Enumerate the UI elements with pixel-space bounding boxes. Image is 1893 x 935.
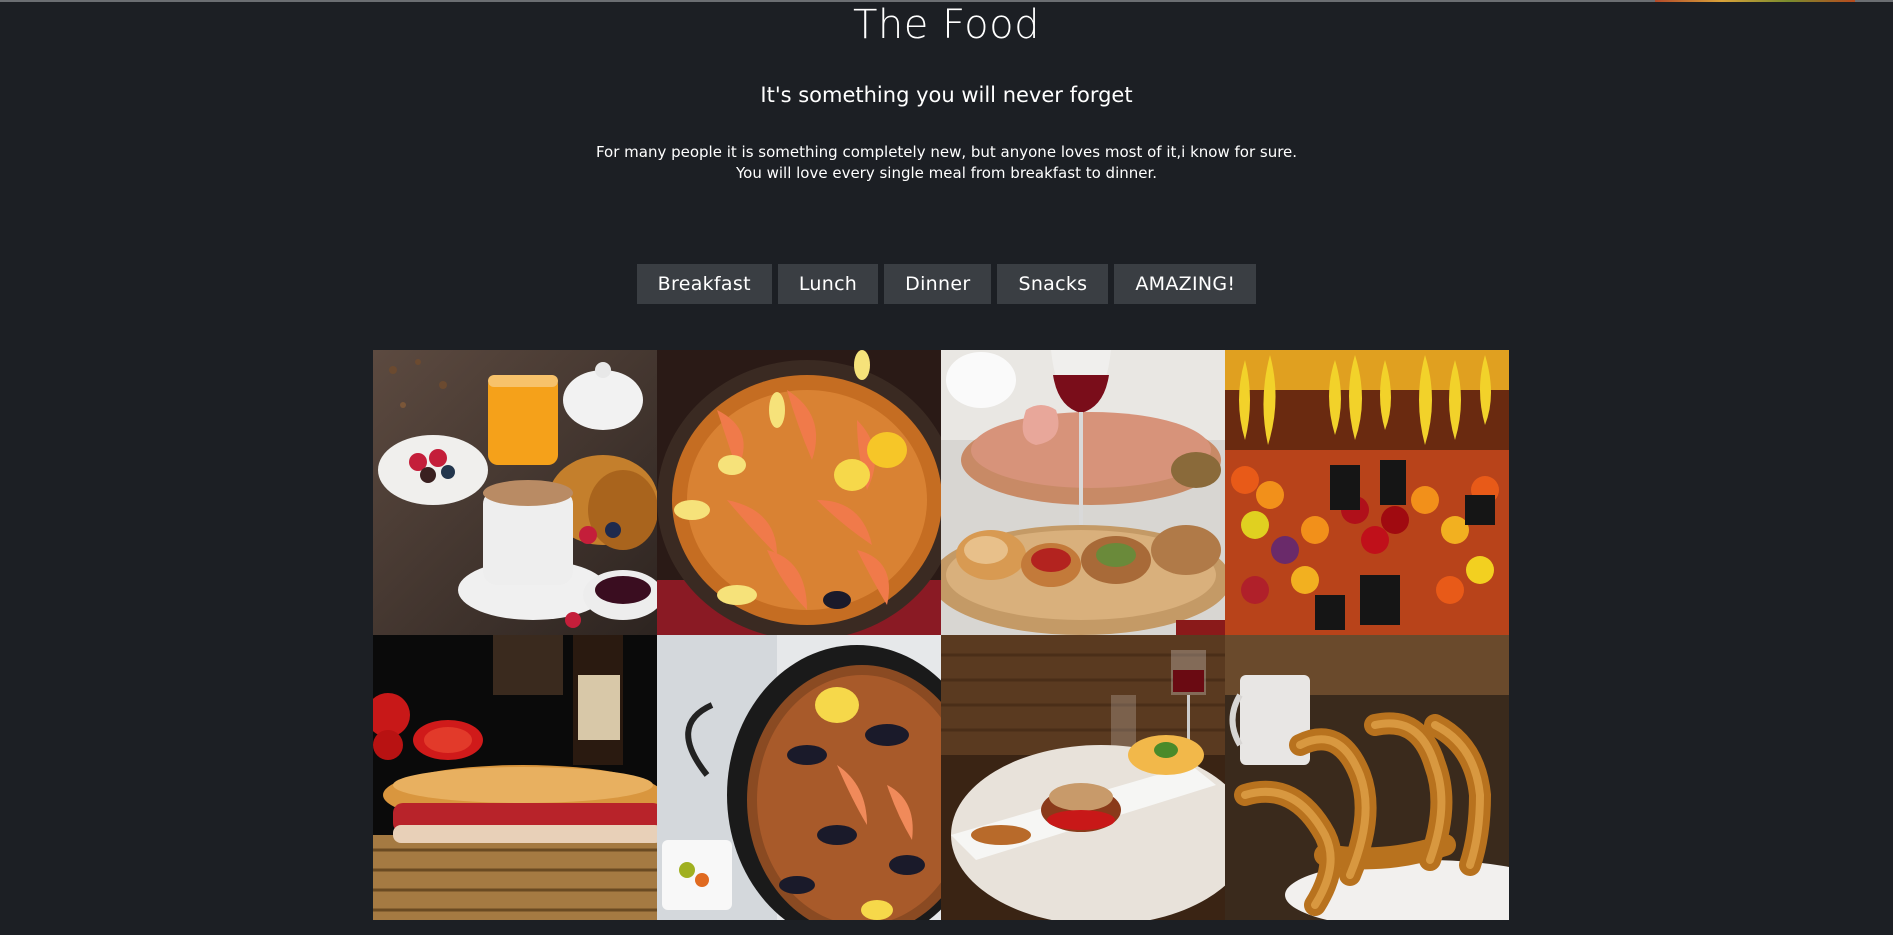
- page: The Food It's something you will never f…: [0, 0, 1893, 935]
- food-gallery: [373, 350, 1509, 920]
- gallery-image-tapas[interactable]: [941, 350, 1225, 635]
- page-subtitle: It's something you will never forget: [760, 83, 1133, 107]
- tapas-wine-glass-image: [941, 350, 1225, 635]
- churros-with-cup-image: [1225, 635, 1509, 920]
- lunch-button[interactable]: Lunch: [777, 264, 879, 304]
- gallery-image-paella-pan[interactable]: [657, 635, 941, 920]
- page-description: For many people it is something complete…: [0, 142, 1893, 184]
- gallery-image-jamon-baguette[interactable]: [373, 635, 657, 920]
- breakfast-button[interactable]: Breakfast: [636, 264, 772, 304]
- breakfast-coffee-croissants-image: [373, 350, 657, 635]
- gallery-image-churros[interactable]: [1225, 635, 1509, 920]
- market-fruit-stand-image: [1225, 350, 1509, 635]
- dinner-button[interactable]: Dinner: [884, 264, 992, 304]
- plated-dinner-wine-image: [941, 635, 1225, 920]
- description-line-1: For many people it is something complete…: [595, 143, 1298, 161]
- jamon-baguette-tomatoes-image: [373, 635, 657, 920]
- paella-pan-mussels-image: [657, 635, 941, 920]
- category-nav: Breakfast Lunch Dinner Snacks AMAZING!: [0, 264, 1893, 304]
- description-line-2: You will love every single meal from bre…: [735, 164, 1158, 182]
- gallery-image-breakfast[interactable]: [373, 350, 657, 635]
- page-title: The Food: [852, 2, 1041, 48]
- gallery-image-fruit-market[interactable]: [1225, 350, 1509, 635]
- amazing-button[interactable]: AMAZING!: [1114, 264, 1257, 304]
- seafood-paella-lemons-image: [657, 350, 941, 635]
- gallery-image-plated-dinner[interactable]: [941, 635, 1225, 920]
- gallery-image-seafood-paella[interactable]: [657, 350, 941, 635]
- snacks-button[interactable]: Snacks: [997, 264, 1109, 304]
